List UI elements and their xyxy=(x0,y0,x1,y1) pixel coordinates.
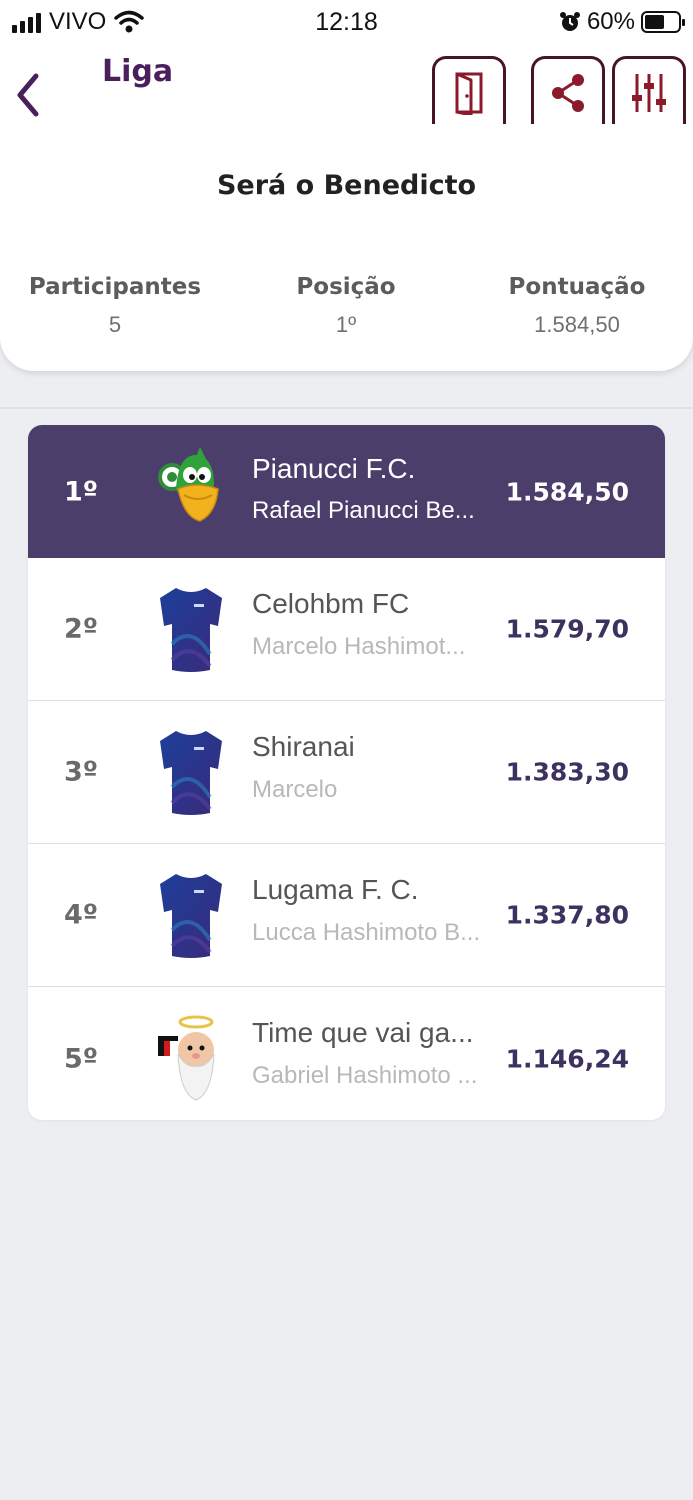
ranking-position: 1º xyxy=(64,476,99,507)
team-score: 1.383,30 xyxy=(505,757,629,787)
stat-label: Posição xyxy=(296,274,396,300)
status-bar: VIVO 12:18 60% xyxy=(0,0,693,48)
status-right: 60% xyxy=(559,8,685,36)
ranking-row[interactable]: 3º Shiranai Marcelo 1.383,30 xyxy=(28,701,665,844)
ranking-position: 4º xyxy=(64,899,99,931)
ranking-row[interactable]: 5º Time que vai ga... Gabriel Hashimoto … xyxy=(28,987,665,1120)
owner-name: Marcelo Hashimot... xyxy=(252,633,466,660)
ranking-row[interactable]: 4º Lugama F. C. Lucca Hashimoto B... 1.3… xyxy=(28,844,665,987)
stat-score: Pontuação 1.584,50 xyxy=(462,274,692,338)
filter-sliders-icon xyxy=(632,73,666,112)
stat-value: 5 xyxy=(108,312,122,337)
share-icon xyxy=(552,73,584,112)
owner-name: Marcelo xyxy=(252,776,338,803)
divider xyxy=(0,407,693,409)
ranking-position: 2º xyxy=(64,613,99,645)
owner-name: Rafael Pianucci Be... xyxy=(252,497,475,524)
exit-door-icon xyxy=(455,72,483,115)
blue-jersey-icon xyxy=(160,588,222,672)
stat-participants: Participantes 5 xyxy=(0,274,230,338)
page-title: Liga xyxy=(102,54,174,89)
blue-jersey-icon xyxy=(160,874,222,958)
stat-value: 1º xyxy=(335,312,357,337)
share-button[interactable] xyxy=(531,56,605,126)
team-name: Shiranai xyxy=(252,731,355,762)
leave-league-button[interactable] xyxy=(432,56,506,126)
team-score: 1.584,50 xyxy=(505,477,629,506)
league-name: Será o Benedicto xyxy=(216,170,477,201)
filter-button[interactable] xyxy=(612,56,686,126)
duck-mascot-icon xyxy=(158,446,219,522)
stat-label: Pontuação xyxy=(508,274,646,300)
ranking-row[interactable]: 2º Celohbm FC Marcelo Hashimot... 1.579,… xyxy=(28,558,665,701)
battery-icon xyxy=(641,11,685,33)
owner-name: Gabriel Hashimoto ... xyxy=(252,1062,478,1089)
team-name: Pianucci F.C. xyxy=(252,453,416,484)
stat-label: Participantes xyxy=(28,274,202,300)
top-nav: Liga xyxy=(0,48,693,126)
ranking-list: 1º Pianucci F.C. Rafael Pianucci Be... 1… xyxy=(28,425,665,1120)
owner-name: Lucca Hashimoto B... xyxy=(252,919,481,946)
league-summary-card: Será o Benedicto Participantes 5 Posição… xyxy=(0,124,693,371)
team-name: Celohbm FC xyxy=(252,588,410,619)
stat-position: Posição 1º xyxy=(231,274,461,338)
team-score: 1.146,24 xyxy=(505,1044,629,1073)
battery-percent: 60% xyxy=(586,8,635,35)
ranking-position: 3º xyxy=(64,756,99,788)
alarm-icon xyxy=(559,12,580,31)
blue-jersey-icon xyxy=(160,731,222,815)
team-score: 1.337,80 xyxy=(505,900,629,930)
stat-value: 1.584,50 xyxy=(534,312,620,337)
ranking-row[interactable]: 1º Pianucci F.C. Rafael Pianucci Be... 1… xyxy=(28,425,665,558)
chevron-left-icon[interactable] xyxy=(8,68,48,122)
saint-mascot-icon xyxy=(158,1015,215,1101)
team-name: Time que vai ga... xyxy=(252,1017,474,1048)
ranking-position: 5º xyxy=(64,1043,99,1074)
team-name: Lugama F. C. xyxy=(252,874,419,905)
team-score: 1.579,70 xyxy=(505,614,629,644)
